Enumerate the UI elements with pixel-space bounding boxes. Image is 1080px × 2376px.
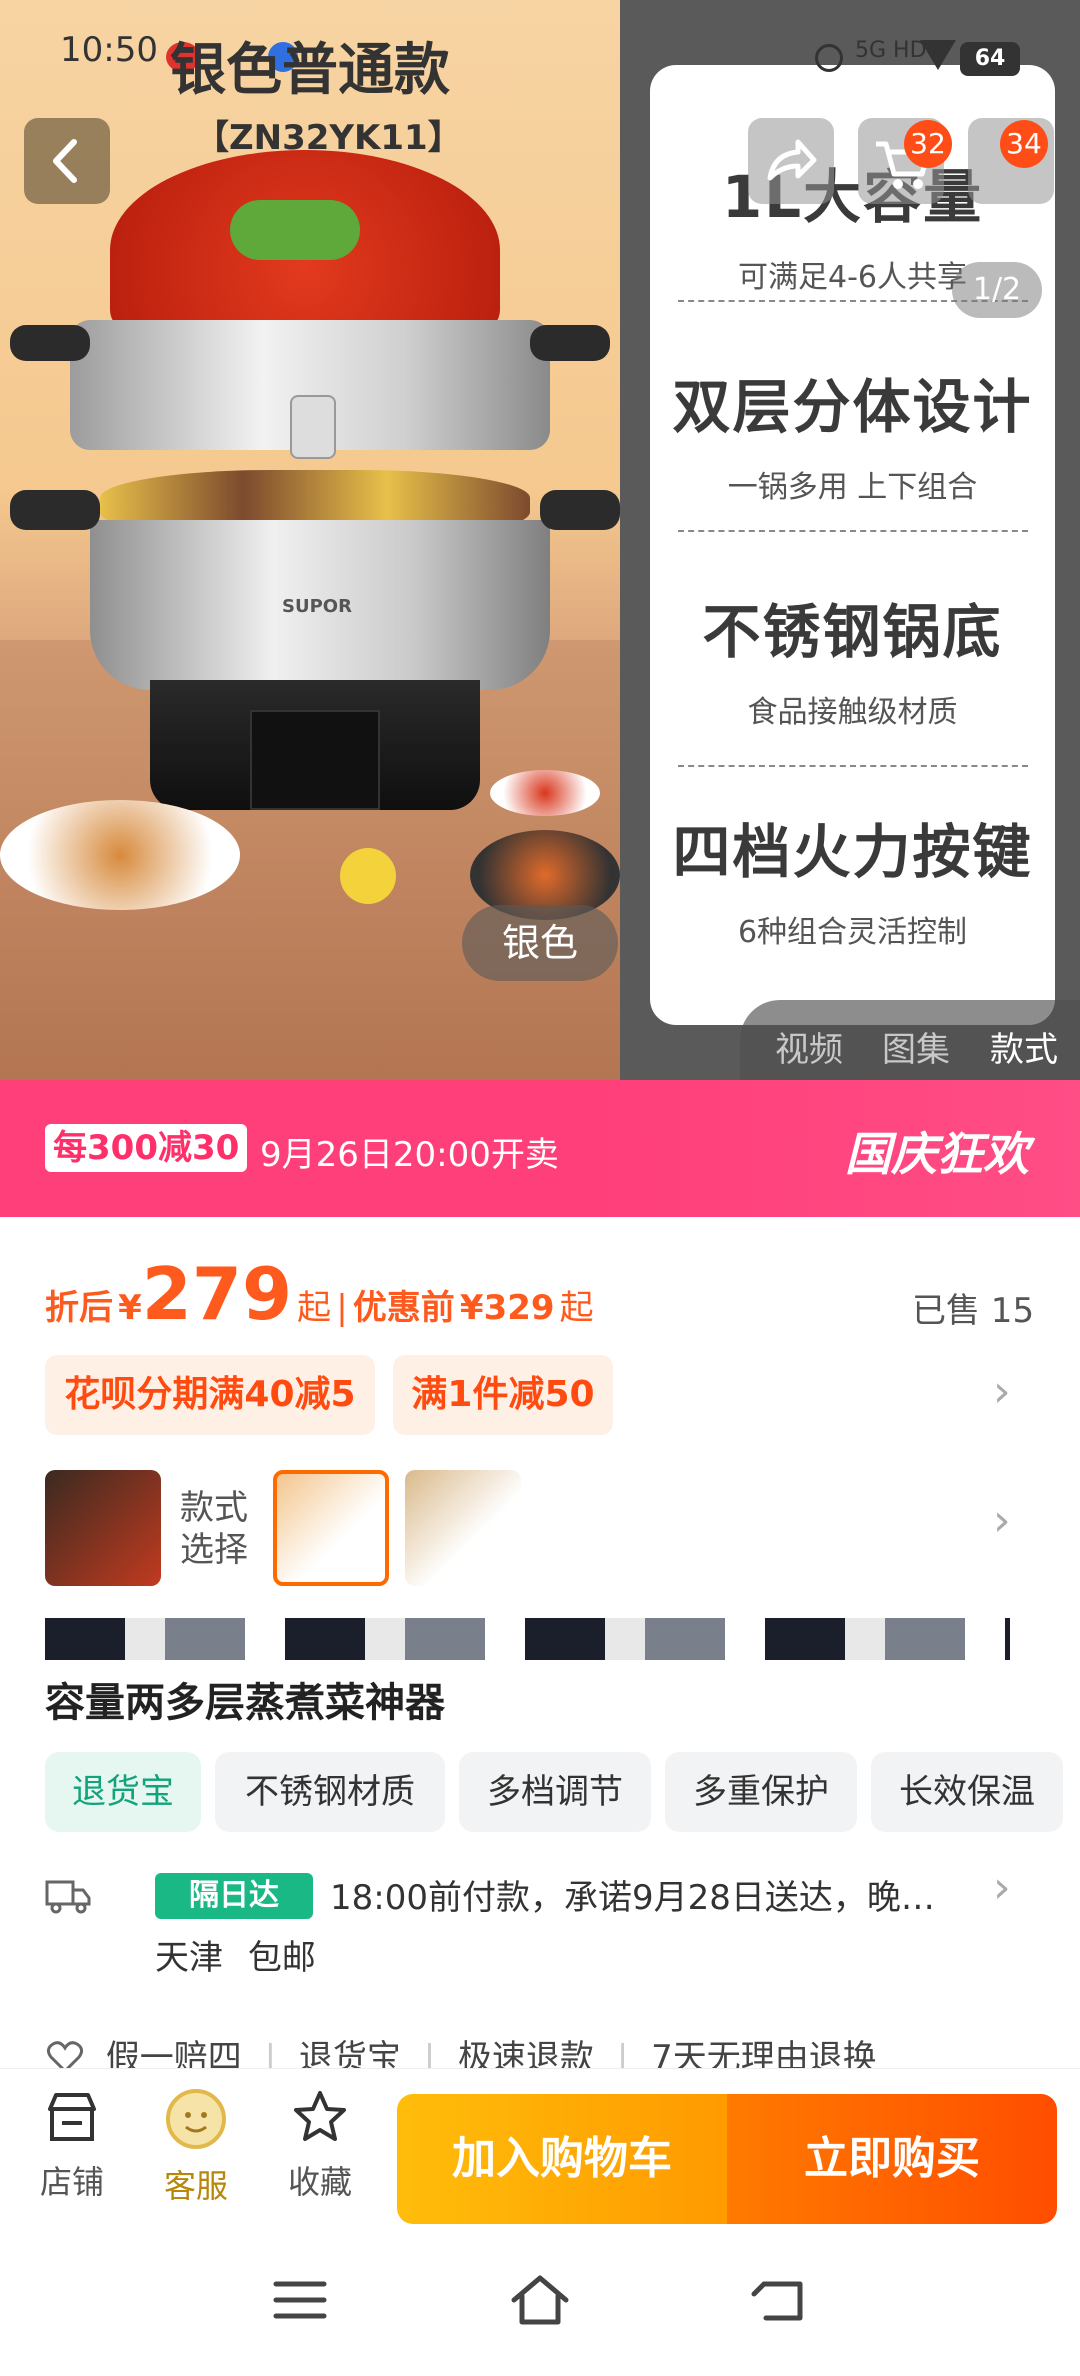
product-model-code: 【ZN32YK11】 [195,118,462,158]
promo-discount-pill: 每300减30 [45,1124,248,1172]
brand-logo: SUPOR [282,596,352,617]
handle-left-lower [10,490,100,530]
divider [678,530,1028,532]
customer-service-button[interactable]: 客服 [146,2087,246,2207]
media-tabs: 视频 图集 款式 [740,1000,1080,1080]
spec-subtitle: 一锅多用 上下组合 [727,470,978,505]
shop-button[interactable]: 店铺 [22,2087,122,2203]
star-icon [294,2091,346,2141]
product-variant-title: 银色普通款 [170,38,450,103]
original-price: ¥329 [459,1288,555,1328]
style-select-line2: 选择 [180,1530,248,1570]
cart-count-badge: 32 [904,120,952,168]
shipping-origin: 天津 包邮 [155,1930,316,1979]
tab-video[interactable]: 视频 [775,1022,843,1071]
sold-count: 已售 15 [912,1291,1035,1331]
tag-material[interactable]: 不锈钢材质 [215,1752,445,1832]
style-thumbnail[interactable] [45,1470,161,1586]
wifi-icon [920,40,956,70]
next-day-badge: 隔日达 [155,1873,313,1919]
final-price: 279 [141,1252,293,1336]
bottom-action-bar: 店铺 客服 收藏 加入购物车 立即购买 [0,2068,1080,2228]
handle-left-upper [10,325,90,361]
system-navigation-bar [0,2228,1080,2376]
tag-protection[interactable]: 多重保护 [665,1752,857,1832]
coupon-installment[interactable]: 花呗分期满40减5 [45,1355,375,1435]
spec-title: 双层分体设计 [672,373,1033,441]
price-separator: | [336,1288,348,1328]
price-from-suffix: 起 [297,1288,332,1328]
style-select-label[interactable]: 款式 选择 [180,1487,248,1571]
back-button[interactable] [24,118,110,204]
sauce-dish [490,770,600,816]
delivery-truck-icon [45,1880,91,1914]
message-count-badge: 34 [1000,120,1048,168]
style-select-line1: 款式 [180,1488,248,1528]
favorite-button[interactable]: 收藏 [270,2087,370,2203]
spec-subtitle: 6种组合灵活控制 [737,915,968,950]
share-icon [767,139,817,181]
food-grade-label [290,395,336,459]
handle-right-lower [540,490,620,530]
store-icon [48,2093,96,2141]
gallery-page-indicator: 1/2 [952,262,1042,318]
control-panel [250,710,380,810]
status-time: 10:50 [60,30,158,70]
battery-indicator: 64 [960,42,1020,76]
chevron-right-icon[interactable]: › [993,1862,1011,1913]
shipping-promise: 18:00前付款，承诺9月28日送达，晚… [330,1878,935,1918]
currency-symbol: ¥ [118,1288,142,1328]
tag-heat-keep[interactable]: 长效保温 [871,1752,1063,1832]
shipping-city: 天津 [155,1938,223,1978]
style-thumbnail-selected[interactable] [273,1470,389,1586]
spec-item: 四档火力按键 6种组合灵活控制 [650,805,1055,951]
lemon [340,848,396,904]
variant-color-tag[interactable]: 银色 [462,905,618,981]
buy-now-button[interactable]: 立即购买 [727,2094,1057,2224]
price-row: 折后 ¥279 起 | 优惠前 ¥329 起 [45,1252,594,1336]
promo-banner[interactable]: 每300减30 9月26日20:00开卖 国庆狂欢 [0,1080,1080,1217]
handle-right-upper [530,325,610,361]
product-title-text: 容量两多层蒸煮菜神器 [45,1680,445,1726]
divider [678,765,1028,767]
product-gallery[interactable]: SUPOR 1L大容量 可满足4-6人共享 双层分体设计 一锅多用 上下组合 不… [0,0,1080,1080]
free-shipping: 包邮 [247,1938,316,1978]
coupon-discount[interactable]: 满1件减50 [393,1355,613,1435]
spec-title: 四档火力按键 [672,818,1033,886]
original-price-label: 优惠前 [352,1288,455,1328]
spec-card: 1L大容量 可满足4-6人共享 双层分体设计 一锅多用 上下组合 不锈钢锅底 食… [650,65,1055,1025]
chevron-right-icon[interactable]: › [993,1366,1011,1417]
back-nav-icon[interactable] [750,2274,810,2326]
spec-subtitle: 食品接触级材质 [747,695,958,730]
shipping-row[interactable]: 隔日达 18:00前付款，承诺9月28日送达，晚… 天津 包邮 [45,1870,1045,1978]
style-thumbnail[interactable] [405,1470,521,1586]
shop-label: 店铺 [39,2163,104,2201]
favorite-label: 收藏 [287,2163,352,2201]
promo-event-title: 国庆狂欢 [845,1127,1029,1181]
tab-gallery[interactable]: 图集 [882,1022,950,1071]
tag-return-insurance[interactable]: 退货宝 [45,1752,201,1832]
spec-item: 双层分体设计 一锅多用 上下组合 [650,360,1055,506]
back-arrow-icon [53,139,77,183]
spec-title: 不锈钢锅底 [702,598,1003,666]
herb-garnish [230,200,360,260]
original-price-suffix: 起 [559,1288,594,1328]
loading-banner-strip [45,1618,1010,1660]
tab-style[interactable]: 款式 [990,1022,1058,1071]
tag-adjustable[interactable]: 多档调节 [459,1752,651,1832]
fish-dish [0,800,240,910]
home-icon[interactable] [508,2272,572,2328]
promo-sale-time: 9月26日20:00开卖 [260,1135,559,1175]
network-label: 5G HD [855,38,927,63]
service-avatar-icon [166,2089,226,2149]
add-to-cart-button[interactable]: 加入购物车 [397,2094,727,2224]
share-button[interactable] [748,118,834,204]
chevron-right-icon[interactable]: › [993,1495,1011,1546]
service-label: 客服 [163,2167,228,2205]
alarm-icon [815,44,843,72]
after-discount-label: 折后 [45,1288,113,1328]
spec-item: 不锈钢锅底 食品接触级材质 [650,585,1055,731]
menu-icon[interactable] [270,2278,330,2322]
